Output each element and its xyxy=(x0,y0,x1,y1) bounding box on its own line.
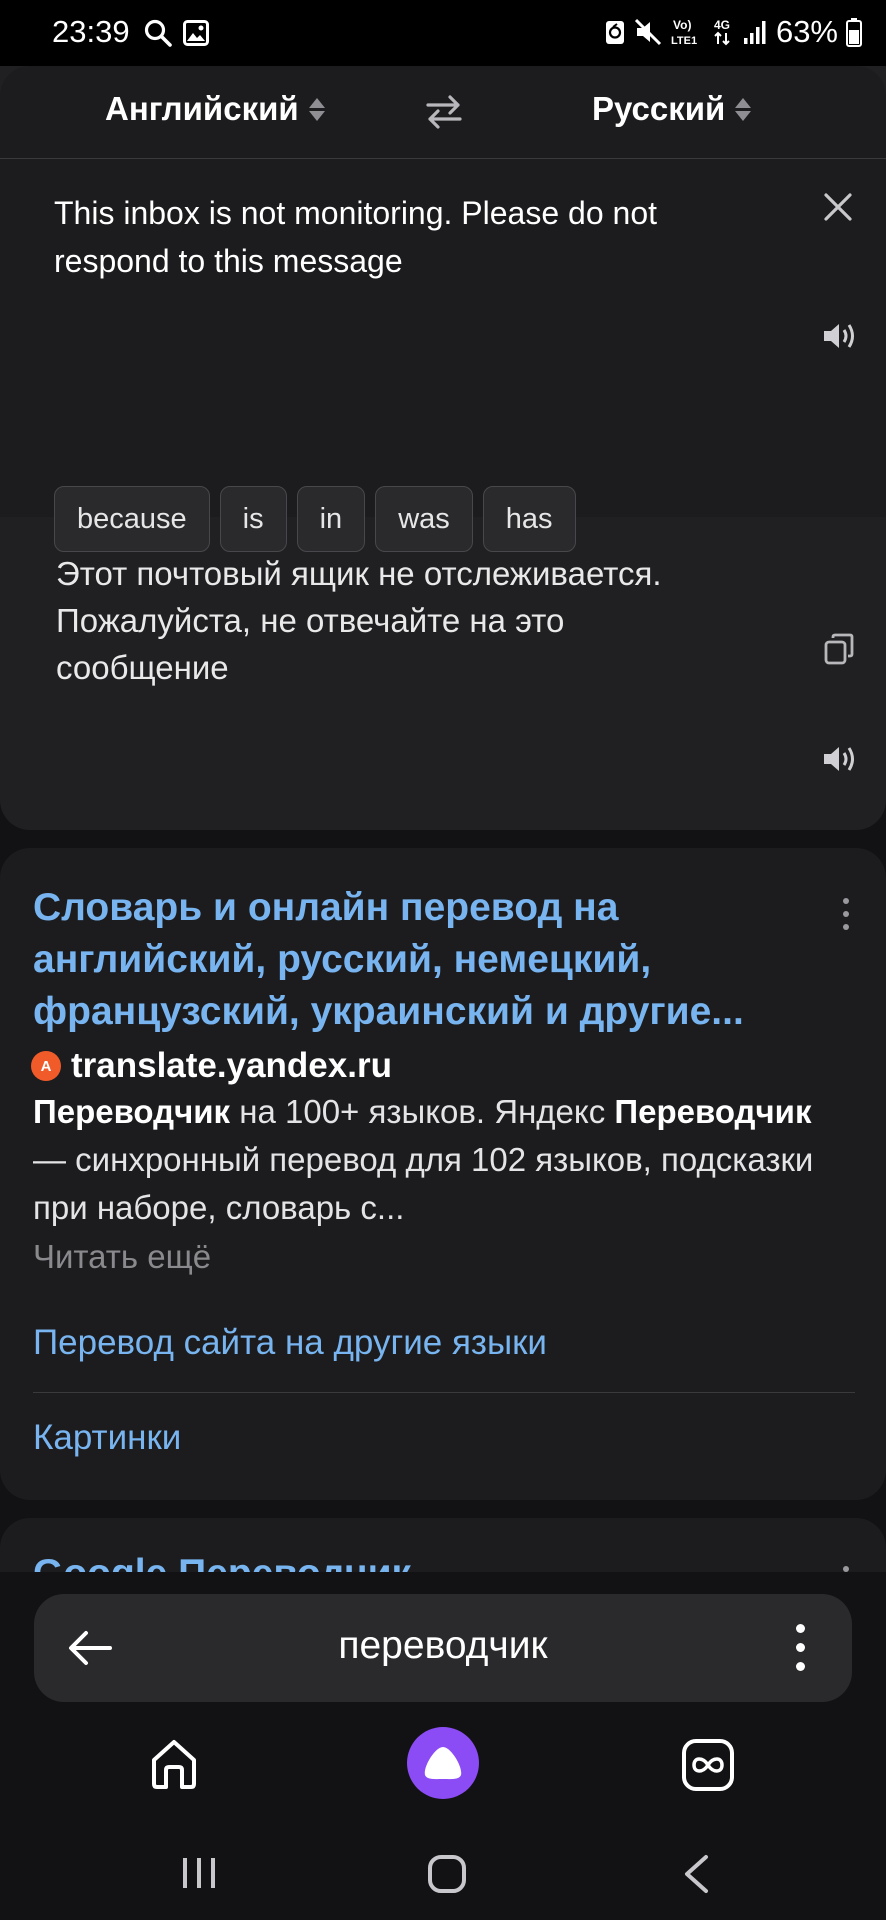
speaker-icon[interactable] xyxy=(821,319,859,353)
data-saver-icon xyxy=(605,21,624,44)
status-time: 23:39 xyxy=(52,14,130,49)
more-options-icon[interactable] xyxy=(843,898,849,930)
suggestion-chip[interactable]: was xyxy=(375,486,473,552)
swap-languages-icon[interactable] xyxy=(424,92,464,132)
result-snippet: Переводчик на 100+ языков. Яндекс Перево… xyxy=(33,1088,853,1232)
more-options-icon[interactable] xyxy=(796,1624,805,1671)
search-icon xyxy=(144,19,172,47)
sort-arrows-icon xyxy=(308,97,325,121)
snippet-bold: Переводчик xyxy=(33,1093,231,1130)
sitelink-images[interactable]: Картинки xyxy=(33,1418,181,1458)
yandex-translate-logo-icon: A xyxy=(31,1051,61,1081)
search-query[interactable]: переводчик xyxy=(34,1624,852,1668)
snippet-bold: Переводчик xyxy=(614,1093,812,1130)
alice-assistant-button[interactable] xyxy=(407,1727,479,1799)
language-bar: Английский Русский xyxy=(0,66,886,159)
target-language-selector[interactable]: Русский xyxy=(592,90,752,128)
close-icon[interactable] xyxy=(823,192,853,222)
mute-icon xyxy=(634,18,662,46)
speaker-icon[interactable] xyxy=(821,742,859,776)
battery-percent: 63% xyxy=(775,14,838,49)
read-more-link[interactable]: Читать ещё xyxy=(33,1238,211,1276)
tabs-icon[interactable] xyxy=(681,1738,735,1792)
source-text-area[interactable]: This inbox is not monitoring. Please do … xyxy=(0,159,886,552)
4g-icon: 4G xyxy=(714,18,730,46)
recent-apps-icon[interactable] xyxy=(181,1856,217,1890)
source-text[interactable]: This inbox is not monitoring. Please do … xyxy=(54,189,734,285)
alice-icon xyxy=(424,1747,462,1780)
gallery-icon xyxy=(183,20,209,46)
battery-icon xyxy=(846,18,862,47)
suggestion-chips: because is in was has xyxy=(54,486,576,552)
next-result-card: Google Переводчик xyxy=(0,1518,886,1578)
system-nav-bar xyxy=(0,1840,886,1920)
sort-arrows-icon xyxy=(735,97,752,121)
source-language-label: Английский xyxy=(105,90,299,127)
sitelink-translate-site[interactable]: Перевод сайта на другие языки xyxy=(33,1323,547,1363)
status-right: Vo) LTE1 4G 63% xyxy=(604,14,862,50)
copy-icon[interactable] xyxy=(823,632,855,666)
result-site-url: translate.yandex.ru xyxy=(71,1046,392,1085)
suggestion-chip[interactable]: because xyxy=(54,486,210,552)
back-nav-icon[interactable] xyxy=(682,1854,710,1894)
source-language-selector[interactable]: Английский xyxy=(105,90,325,128)
target-language-label: Русский xyxy=(592,90,726,127)
suggestion-chip[interactable]: is xyxy=(219,486,287,552)
search-result-card: Словарь и онлайн перевод на английский, … xyxy=(0,848,886,1500)
svg-text:Vo): Vo) xyxy=(673,18,691,32)
status-bar: 23:39 Vo) LTE1 4G 63% xyxy=(0,0,886,66)
result-title-link[interactable]: Словарь и онлайн перевод на английский, … xyxy=(33,882,823,1038)
divider xyxy=(33,1392,855,1393)
result-site[interactable]: A translate.yandex.ru xyxy=(31,1046,392,1086)
translation-text: Этот почтовый ящик не отслеживается. Пож… xyxy=(56,555,662,686)
home-icon[interactable] xyxy=(146,1736,202,1792)
svg-text:LTE1: LTE1 xyxy=(671,35,697,47)
home-nav-icon[interactable] xyxy=(427,1854,467,1894)
search-bar[interactable]: переводчик xyxy=(34,1594,852,1702)
suggestion-chip[interactable]: has xyxy=(482,486,576,552)
signal-icon xyxy=(743,21,766,44)
snippet-text: на 100+ языков. Яндекс xyxy=(230,1093,615,1130)
svg-text:4G: 4G xyxy=(714,18,730,32)
suggestion-chip[interactable]: in xyxy=(296,486,366,552)
volte-icon: Vo) LTE1 xyxy=(671,18,697,47)
snippet-text: — синхронный перевод для 102 языков, под… xyxy=(33,1141,814,1226)
translator-card: Английский Русский This inbox is not mon… xyxy=(0,66,886,830)
